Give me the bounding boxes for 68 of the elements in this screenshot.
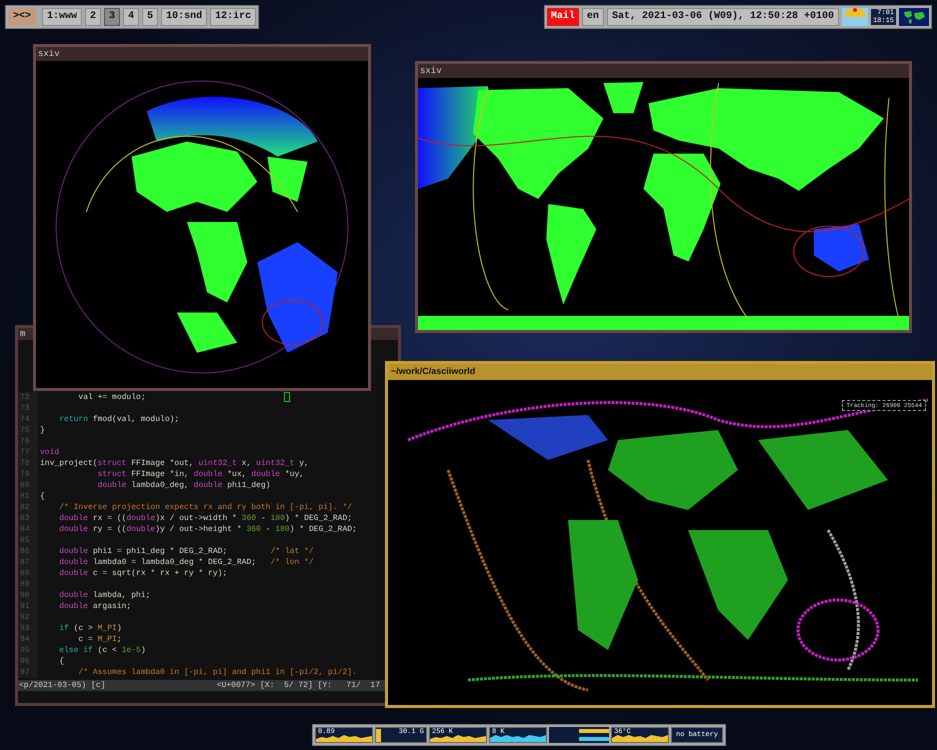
code-line: struct FFImage *in, double *ux, double *uy, bbox=[96, 469, 304, 480]
workspace-tag[interactable]: 4 bbox=[123, 8, 140, 26]
line-number: 72 bbox=[18, 392, 38, 403]
code-line: double ry = ((double)y / out->height * 360 - 180) * DEG_2_RAD; bbox=[58, 524, 357, 535]
code-line: double lambda0 = lambda0_deg * DEG_2_RAD; /* lon */ bbox=[58, 557, 314, 568]
code-line: double lambda0_deg, double phi1_deg) bbox=[96, 480, 270, 491]
line-number: 86 bbox=[18, 546, 38, 557]
line-number: 79 bbox=[18, 469, 38, 480]
status-right: <U+0077> [X: 5/ 72] [Y: 71/ 17 bbox=[216, 680, 380, 691]
status-left: <p/2021-03-05) [c] bbox=[19, 680, 106, 691]
code-line: double phi1 = phi1_deg * DEG_2_RAD; /* lat */ bbox=[58, 546, 314, 557]
line-number: 95 bbox=[18, 645, 38, 656]
line-number: 91 bbox=[18, 601, 38, 612]
keyboard-layout[interactable]: en bbox=[582, 8, 604, 26]
line-number: 74 bbox=[18, 414, 38, 425]
code-line: else if (c < 1e-5) bbox=[58, 645, 146, 656]
mail-indicator[interactable]: Mail bbox=[546, 8, 579, 26]
window-title: sxiv bbox=[420, 65, 442, 77]
code-line: double lambda, phi; bbox=[58, 590, 150, 601]
line-number: 90 bbox=[18, 590, 38, 601]
workspace-tag[interactable]: 2 bbox=[85, 8, 102, 26]
line-number: 82 bbox=[18, 502, 38, 513]
cursor-icon bbox=[284, 392, 290, 402]
code-line: double c = sqrt(rx * rx + ry * ry); bbox=[58, 568, 228, 579]
code-line: if (c > M_PI) bbox=[58, 623, 122, 634]
code-line: double rx = ((double)x / out->width * 360 - 180) * DEG_2_RAD; bbox=[58, 513, 352, 524]
line-number: 97 bbox=[18, 667, 38, 678]
bars-widget bbox=[549, 727, 609, 743]
line-number: 94 bbox=[18, 634, 38, 645]
code-line: val += modulo; bbox=[77, 392, 146, 403]
line-number: 89 bbox=[18, 579, 38, 590]
line-number: 81 bbox=[18, 491, 38, 502]
line-number: 96 bbox=[18, 656, 38, 667]
code-line: inv_project(struct FFImage *out, uint32_t x, uint32_t y, bbox=[39, 458, 309, 469]
layout-symbol[interactable]: ><> bbox=[8, 8, 36, 26]
line-number: 85 bbox=[18, 535, 38, 546]
code-line: /* Assumes lambda0 in [-pi, pi] and phi1 in [-pi/2, pi/2]. bbox=[77, 667, 357, 678]
code-line: } bbox=[39, 425, 45, 436]
sun-icon bbox=[842, 8, 868, 26]
workspace-tag[interactable]: 1:www bbox=[42, 8, 82, 26]
code-line: /* Inverse projection expects rx and ry both in [-pi, pi]. */ bbox=[58, 502, 352, 513]
line-number: 88 bbox=[18, 568, 38, 579]
code-line: { bbox=[58, 656, 64, 667]
globe-icon[interactable] bbox=[899, 8, 929, 26]
line-number: 78 bbox=[18, 458, 38, 469]
workspace-tag[interactable]: 12:irc bbox=[210, 8, 256, 26]
window-title: sxiv bbox=[38, 48, 60, 60]
workspace-tag[interactable]: 3 bbox=[104, 8, 120, 26]
code-line: { bbox=[39, 491, 45, 502]
line-number: 92 bbox=[18, 612, 38, 623]
workspace-tag[interactable]: 5 bbox=[142, 8, 158, 26]
line-number: 77 bbox=[18, 447, 38, 458]
line-number: 83 bbox=[18, 513, 38, 524]
workspace-tag[interactable]: 10:snd bbox=[161, 8, 208, 26]
line-number: 80 bbox=[18, 480, 38, 491]
code-line: void bbox=[39, 447, 60, 458]
line-number: 87 bbox=[18, 557, 38, 568]
code-line: return fmod(val, modulo); bbox=[58, 414, 180, 425]
clock: Sat, 2021-03-06 (W09), 12:50:28 +0100 bbox=[606, 8, 839, 26]
line-number: 76 bbox=[18, 436, 38, 447]
window-title: m bbox=[20, 328, 26, 340]
window-title: ~/work/C/asciiworld bbox=[391, 365, 476, 378]
line-number: 73 bbox=[18, 403, 38, 414]
code-line: double argasin; bbox=[58, 601, 132, 612]
line-number: 75 bbox=[18, 425, 38, 436]
code-line: c = M_PI; bbox=[77, 634, 122, 645]
line-number: 84 bbox=[18, 524, 38, 535]
line-number: 93 bbox=[18, 623, 38, 634]
